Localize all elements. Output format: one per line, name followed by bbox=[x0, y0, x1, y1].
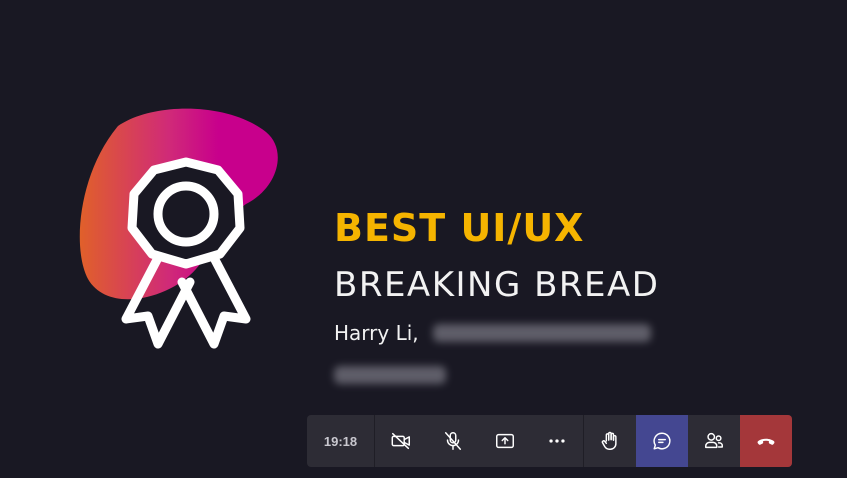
mic-muted-button[interactable] bbox=[427, 415, 479, 467]
presenter-line: Harry Li, bbox=[334, 318, 814, 348]
presenter-name: Harry Li, bbox=[334, 321, 419, 345]
chat-icon bbox=[653, 432, 671, 450]
slide-text: BEST UI/UX BREAKING BREAD Harry Li, bbox=[334, 204, 814, 389]
call-controls-bar: 19:18 bbox=[307, 415, 792, 467]
redacted-text bbox=[432, 324, 651, 342]
chat-button[interactable] bbox=[636, 415, 688, 467]
camera-off-icon bbox=[391, 432, 410, 450]
more-actions-button[interactable] bbox=[531, 415, 583, 467]
call-timer: 19:18 bbox=[307, 415, 375, 467]
badge-outline bbox=[127, 157, 245, 269]
raise-hand-button[interactable] bbox=[584, 415, 636, 467]
leave-call-button[interactable] bbox=[740, 415, 792, 467]
meeting-stage: BEST UI/UX BREAKING BREAD Harry Li, 19:1… bbox=[0, 0, 847, 478]
share-screen-icon bbox=[496, 433, 514, 449]
mic-off-icon bbox=[444, 432, 462, 450]
camera-off-button[interactable] bbox=[375, 415, 427, 467]
award-title: BEST UI/UX bbox=[334, 206, 585, 250]
hang-up-icon bbox=[757, 438, 775, 445]
project-name: BREAKING BREAD bbox=[334, 265, 660, 305]
people-icon bbox=[705, 432, 723, 449]
participants-button[interactable] bbox=[688, 415, 740, 467]
hand-icon bbox=[601, 431, 617, 450]
award-ribbon-icon bbox=[79, 108, 278, 349]
redacted-text bbox=[334, 366, 446, 384]
share-screen-button[interactable] bbox=[479, 415, 531, 467]
ellipsis-icon bbox=[549, 439, 565, 443]
